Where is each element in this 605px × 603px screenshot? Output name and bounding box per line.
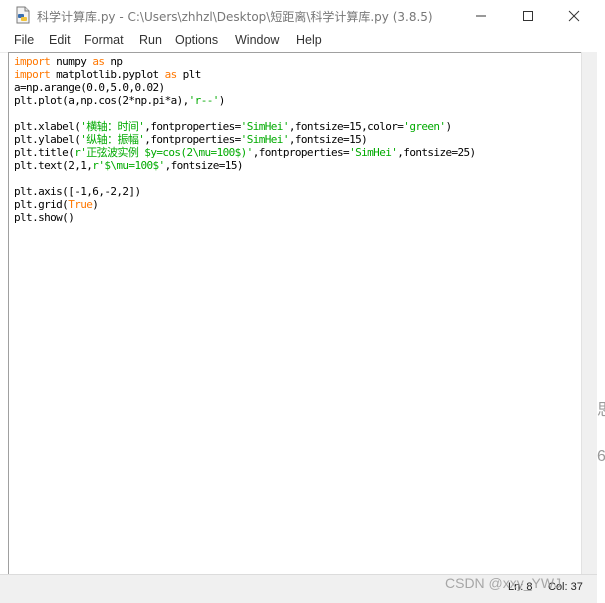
code-token: as (164, 68, 178, 81)
menu-options[interactable]: Options (175, 33, 218, 47)
code-token: plt.title( (14, 146, 75, 159)
idle-editor-window: 科学计算库.py - C:\Users\zhhzl\Desktop\短距离\科学… (0, 0, 597, 603)
code-token: ) (92, 198, 99, 211)
maximize-icon (523, 10, 533, 21)
code-token: r'正弦波实例 $y=cos(2\mu=100$)' (74, 146, 253, 159)
title-bar[interactable]: 科学计算库.py - C:\Users\zhhzl\Desktop\短距离\科学… (0, 0, 597, 31)
code-token: plt.axis([-1,6,-2,2]) (14, 185, 141, 198)
code-token: plt (176, 68, 202, 81)
code-line: plt.text(2,1,r'$\mu=100$',fontsize=15) (14, 159, 243, 172)
python-file-icon (14, 6, 32, 24)
window-title: 科学计算库.py - C:\Users\zhhzl\Desktop\短距离\科学… (37, 10, 433, 24)
code-token: matplotlib.pyplot (50, 68, 165, 81)
minimize-button[interactable] (458, 0, 504, 31)
menu-edit[interactable]: Edit (49, 33, 71, 47)
code-token: import (14, 55, 51, 68)
code-token: ,fontproperties= (144, 120, 241, 133)
menu-help[interactable]: Help (296, 33, 322, 47)
code-token: plt.grid( (14, 198, 69, 211)
code-line: plt.title(r'正弦波实例 $y=cos(2\mu=100$)',fon… (14, 146, 476, 159)
code-token: np (104, 55, 123, 68)
background-glyph: 思 (597, 396, 605, 420)
code-token: plt.ylabel( (14, 133, 81, 146)
code-line: import matplotlib.pyplot as plt (14, 68, 201, 81)
code-token: plt.text(2,1, (14, 159, 93, 172)
menu-run[interactable]: Run (139, 33, 162, 47)
code-token: import (14, 68, 51, 81)
code-token: ,fontsize=15,color= (288, 120, 404, 133)
code-line: plt.ylabel('纵轴：振幅',fontproperties='SimHe… (14, 133, 368, 146)
code-editor[interactable]: import numpy as np import matplotlib.pypl… (8, 52, 581, 574)
code-token: '纵轴：振幅' (80, 133, 145, 146)
maximize-button[interactable] (505, 0, 551, 31)
vertical-scrollbar[interactable] (581, 52, 597, 574)
code-token: '横轴：时间' (80, 120, 145, 133)
code-token: ,fontsize=25) (397, 146, 476, 159)
code-line: plt.xlabel('横轴：时间',fontproperties='SimHe… (14, 120, 452, 133)
minimize-icon (476, 15, 486, 16)
code-token: as (92, 55, 105, 68)
background-glyph: 6 (597, 448, 605, 465)
code-token: 'SimHei' (240, 133, 290, 146)
code-token: 'green' (403, 120, 446, 133)
code-token: ,fontproperties= (144, 133, 241, 146)
menu-file[interactable]: File (14, 33, 34, 47)
code-token: ,fontsize=15) (288, 133, 368, 146)
code-token: 'SimHei' (349, 146, 398, 159)
close-button[interactable] (551, 0, 597, 31)
code-line: import numpy as np (14, 55, 123, 68)
code-token: ) (445, 120, 452, 133)
code-token: r'$\mu=100$' (92, 159, 165, 172)
code-token: plt.show() (14, 211, 75, 224)
code-token: True (68, 198, 93, 211)
code-line: plt.show() (14, 211, 75, 224)
code-line: a=np.arange(0.0,5.0,0.02) (14, 81, 165, 94)
code-token: ,fontsize=15) (164, 159, 244, 172)
code-token: numpy (50, 55, 93, 68)
code-token: a=np.arange(0.0,5.0,0.02) (14, 81, 165, 94)
code-line: plt.grid(True) (14, 198, 99, 211)
code-token: ,fontproperties= (252, 146, 350, 159)
code-token: ) (218, 94, 226, 107)
code-token: plt.xlabel( (14, 120, 81, 133)
code-token: 'SimHei' (240, 120, 290, 133)
code-token: plt.plot(a,np.cos(2*np.pi*a), (14, 94, 189, 107)
menu-format[interactable]: Format (84, 33, 124, 47)
close-icon (568, 10, 580, 21)
code-line: plt.plot(a,np.cos(2*np.pi*a),'r--') (14, 94, 225, 107)
code-line: plt.axis([-1,6,-2,2]) (14, 185, 141, 198)
code-token: 'r--' (188, 94, 220, 107)
watermark: CSDN @xxy_YWJ (445, 575, 562, 591)
menu-window[interactable]: Window (235, 33, 279, 47)
menu-bar: File Edit Format Run Options Window Help (0, 31, 597, 53)
